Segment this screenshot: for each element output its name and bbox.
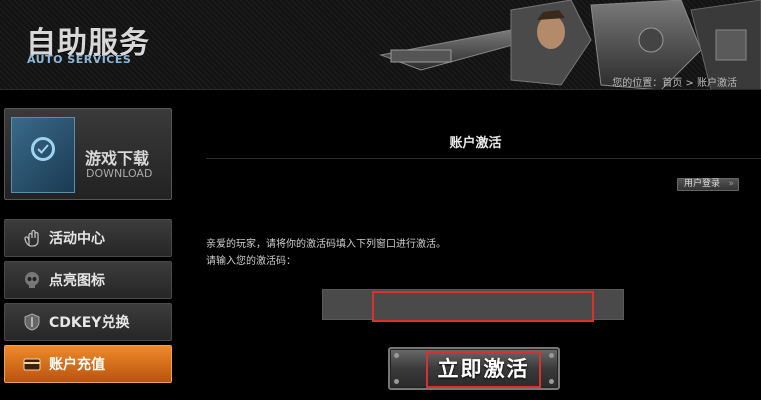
instructions: 亲爱的玩家，请将你的激活码填入下列窗口进行激活。 请输入您的激活码：	[206, 236, 446, 270]
logo-subtitle: AUTO SERVICES	[27, 53, 132, 66]
breadcrumb: 您的位置：首页 > 账户激活	[612, 78, 737, 89]
bolt	[549, 353, 554, 358]
download-label-en: DOWNLOAD	[86, 167, 153, 180]
sidebar-item-account-recharge[interactable]: 账户充值	[4, 345, 172, 383]
sidebar-item-cdkey-redeem[interactable]: CDKEY兑换	[4, 303, 172, 341]
sidebar-item-activity-center[interactable]: 活动中心	[4, 219, 172, 257]
checkmark-circle-icon	[31, 137, 55, 161]
main-panel: 账户激活 用户登录 亲爱的玩家，请将你的激活码填入下列窗口进行激活。 请输入您的…	[190, 108, 761, 400]
intro-line: 亲爱的玩家，请将你的激活码填入下列窗口进行激活。	[206, 239, 446, 250]
title-divider	[206, 158, 761, 159]
sidebar-item-light-icon[interactable]: 点亮图标	[4, 261, 172, 299]
code-prompt-label: 请输入您的激活码：	[206, 256, 296, 267]
activate-now-button[interactable]: 立即激活	[426, 351, 541, 388]
download-label-cn: 游戏下载	[85, 149, 150, 168]
sidebar-item-label: 活动中心	[49, 231, 105, 247]
sidebar-item-label: CDKEY兑换	[49, 315, 130, 331]
shield-icon	[21, 311, 43, 333]
hand-icon	[21, 227, 43, 249]
bolt	[394, 353, 399, 358]
user-login-button[interactable]: 用户登录	[676, 178, 739, 191]
page-title: 账户激活	[449, 136, 502, 151]
bolt	[549, 379, 554, 384]
header-banner: 自助服务 AUTO SERVICES 您的位置：首页 > 账户激活	[0, 0, 761, 90]
sidebar-item-label: 账户充值	[49, 357, 105, 373]
skull-icon	[21, 269, 43, 291]
game-download-button[interactable]: 游戏下载 DOWNLOAD	[4, 108, 172, 200]
bolt	[394, 379, 399, 384]
card-icon	[21, 353, 43, 375]
sidebar-item-label: 点亮图标	[49, 273, 105, 289]
activation-code-input[interactable]	[372, 291, 594, 322]
